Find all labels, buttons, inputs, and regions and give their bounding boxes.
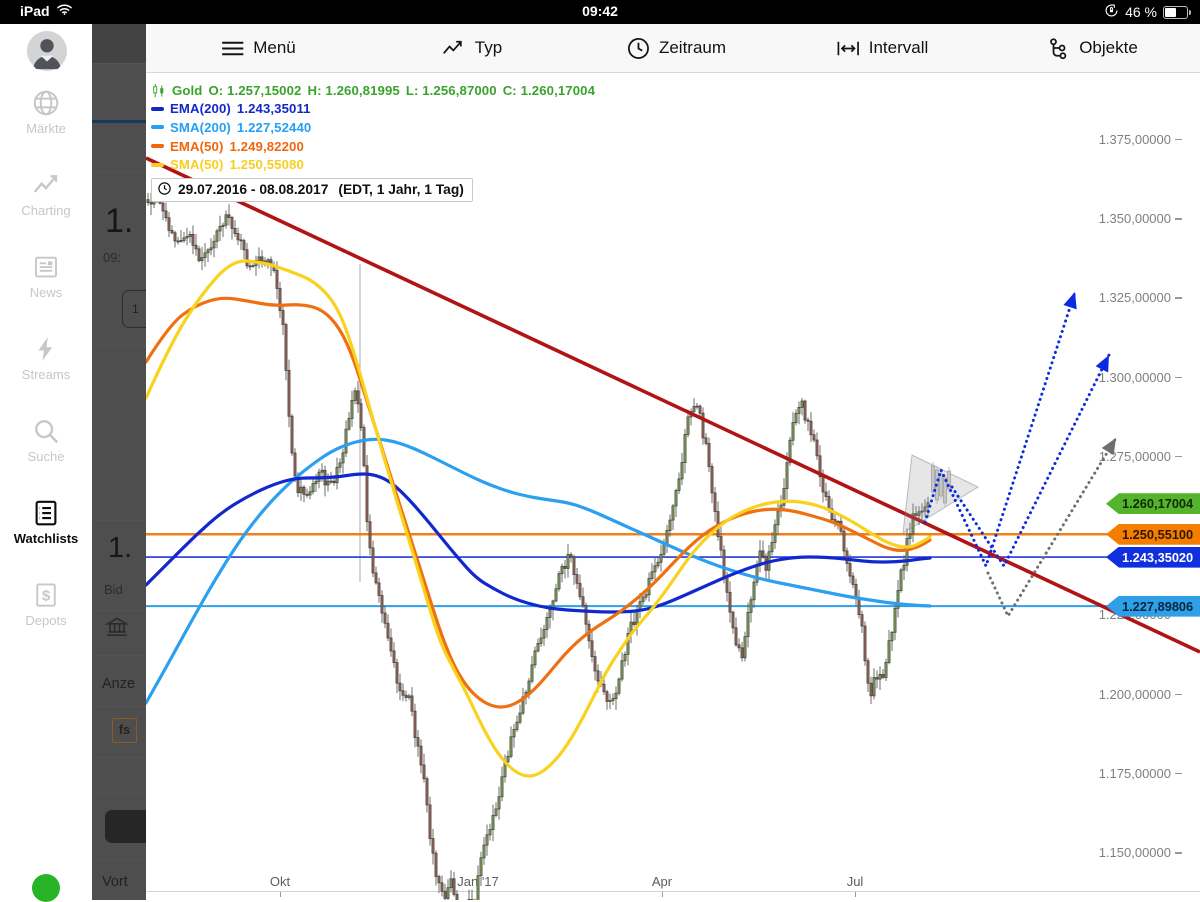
- chart-legend: GoldO: 1.257,15002H: 1.260,81995L: 1.256…: [151, 81, 595, 202]
- toolbar-button-label: Menü: [253, 38, 296, 58]
- legend-indicator-row: EMA(50)1.249,82200: [151, 137, 595, 156]
- battery-icon: [1163, 6, 1188, 19]
- legend-indicator-row: SMA(50)1.250,55080: [151, 155, 595, 174]
- sidebar-item-depots[interactable]: $ Depots: [0, 580, 92, 628]
- indicator-swatch: [151, 107, 164, 111]
- legend-ohlc-row: GoldO: 1.257,15002H: 1.260,81995L: 1.256…: [151, 81, 595, 100]
- fs-badge: fs: [112, 718, 137, 743]
- sidebar-item-label: Märkte: [0, 122, 92, 136]
- indicator-swatch: [151, 163, 164, 167]
- sidebar-item-news[interactable]: News: [0, 252, 92, 300]
- clock-icon: [157, 181, 172, 199]
- panel-bid-label: Bid: [104, 582, 123, 597]
- depots-icon: $: [31, 580, 61, 610]
- toolbar-button-label: Intervall: [869, 38, 929, 58]
- clock-icon: [626, 36, 651, 61]
- sidebar-item-streams[interactable]: Streams: [0, 334, 92, 382]
- legend-indicator-row: SMA(200)1.227,52440: [151, 118, 595, 137]
- watchlists-icon: [31, 498, 61, 528]
- panel-price-clipped: 1.: [105, 202, 133, 241]
- indicator-swatch: [151, 144, 164, 148]
- toolbar-button-intervall[interactable]: Intervall: [836, 24, 929, 72]
- dimmed-watchlist-panel[interactable]: 1. 09: 1 1. Bid Anze fs Vort: [92, 24, 146, 900]
- panel-header: [92, 24, 146, 63]
- bank-icon: [104, 614, 130, 640]
- sidebar-item-label: Watchlists: [0, 532, 92, 546]
- battery-percent: 46 %: [1125, 4, 1157, 20]
- status-bar: iPad 09:42 46 %: [0, 0, 1200, 24]
- sidebar-item-maerkte[interactable]: Märkte: [0, 88, 92, 136]
- status-dot: [32, 874, 60, 902]
- period-detail: (EDT, 1 Jahr, 1 Tag): [338, 182, 464, 197]
- toolbar-button-label: Typ: [475, 38, 502, 58]
- panel-interval-box[interactable]: 1: [122, 290, 146, 328]
- price-tag: 1.243,35020: [1106, 547, 1200, 568]
- sidebar-item-label: Streams: [0, 368, 92, 382]
- chart-area: 1.375,000001.350,000001.325,000001.300,0…: [146, 24, 1200, 900]
- toolbar-button-typ[interactable]: Typ: [442, 24, 502, 72]
- sidebar-item-label: Charting: [0, 204, 92, 218]
- sidebar: Märkte Charting News Streams Suche Watchlists…: [0, 24, 92, 900]
- panel-bid-value-clipped: 1.: [108, 532, 132, 565]
- toolbar-button-label: Zeitraum: [659, 38, 726, 58]
- price-tag: 1.250,55100: [1106, 524, 1200, 545]
- sidebar-item-charting[interactable]: Charting: [0, 170, 92, 218]
- toolbar-button-menue[interactable]: Menü: [220, 24, 296, 72]
- sidebar-item-suche[interactable]: Suche: [0, 416, 92, 464]
- toolbar-button-label: Objekte: [1079, 38, 1138, 58]
- indicator-swatch: [151, 125, 164, 129]
- streams-icon: [31, 334, 61, 364]
- sidebar-item-label: News: [0, 286, 92, 300]
- period-range: 29.07.2016 - 08.08.2017: [178, 182, 328, 197]
- hamburger-icon: [220, 36, 245, 61]
- globe-icon: [31, 88, 61, 118]
- sidebar-item-label: Depots: [0, 614, 92, 628]
- sidebar-item-label: Suche: [0, 450, 92, 464]
- panel-dark-button[interactable]: [105, 810, 146, 843]
- news-icon: [31, 252, 61, 282]
- svg-text:$: $: [42, 588, 51, 605]
- legend-indicator-row: EMA(200)1.243,35011: [151, 100, 595, 119]
- panel-anzeige-clipped: Anze: [102, 676, 135, 692]
- price-tag: 1.260,17004: [1106, 493, 1200, 514]
- interval-icon: [836, 36, 861, 61]
- search-icon: [31, 416, 61, 446]
- candlestick-icon: [151, 83, 166, 98]
- panel-tab-underline: [92, 120, 146, 123]
- objekte-icon: [1046, 36, 1071, 61]
- typ-icon: [442, 36, 467, 61]
- toolbar-button-objekte[interactable]: Objekte: [1046, 24, 1138, 72]
- chart-toolbar: Menü Typ Zeitraum Intervall Objekte: [146, 24, 1200, 73]
- period-chip[interactable]: 29.07.2016 - 08.08.2017 (EDT, 1 Jahr, 1 T…: [151, 178, 473, 202]
- panel-time-clipped: 09:: [103, 250, 121, 265]
- price-tag: 1.227,89806: [1106, 596, 1200, 617]
- sidebar-item-watchlists[interactable]: Watchlists: [0, 498, 92, 546]
- rotation-lock-icon: [1104, 3, 1119, 21]
- clock-time: 09:42: [0, 3, 1200, 19]
- charting-icon: [31, 170, 61, 200]
- avatar[interactable]: [26, 30, 68, 72]
- toolbar-button-zeitraum[interactable]: Zeitraum: [626, 24, 726, 72]
- panel-vortag-clipped: Vort: [102, 874, 128, 890]
